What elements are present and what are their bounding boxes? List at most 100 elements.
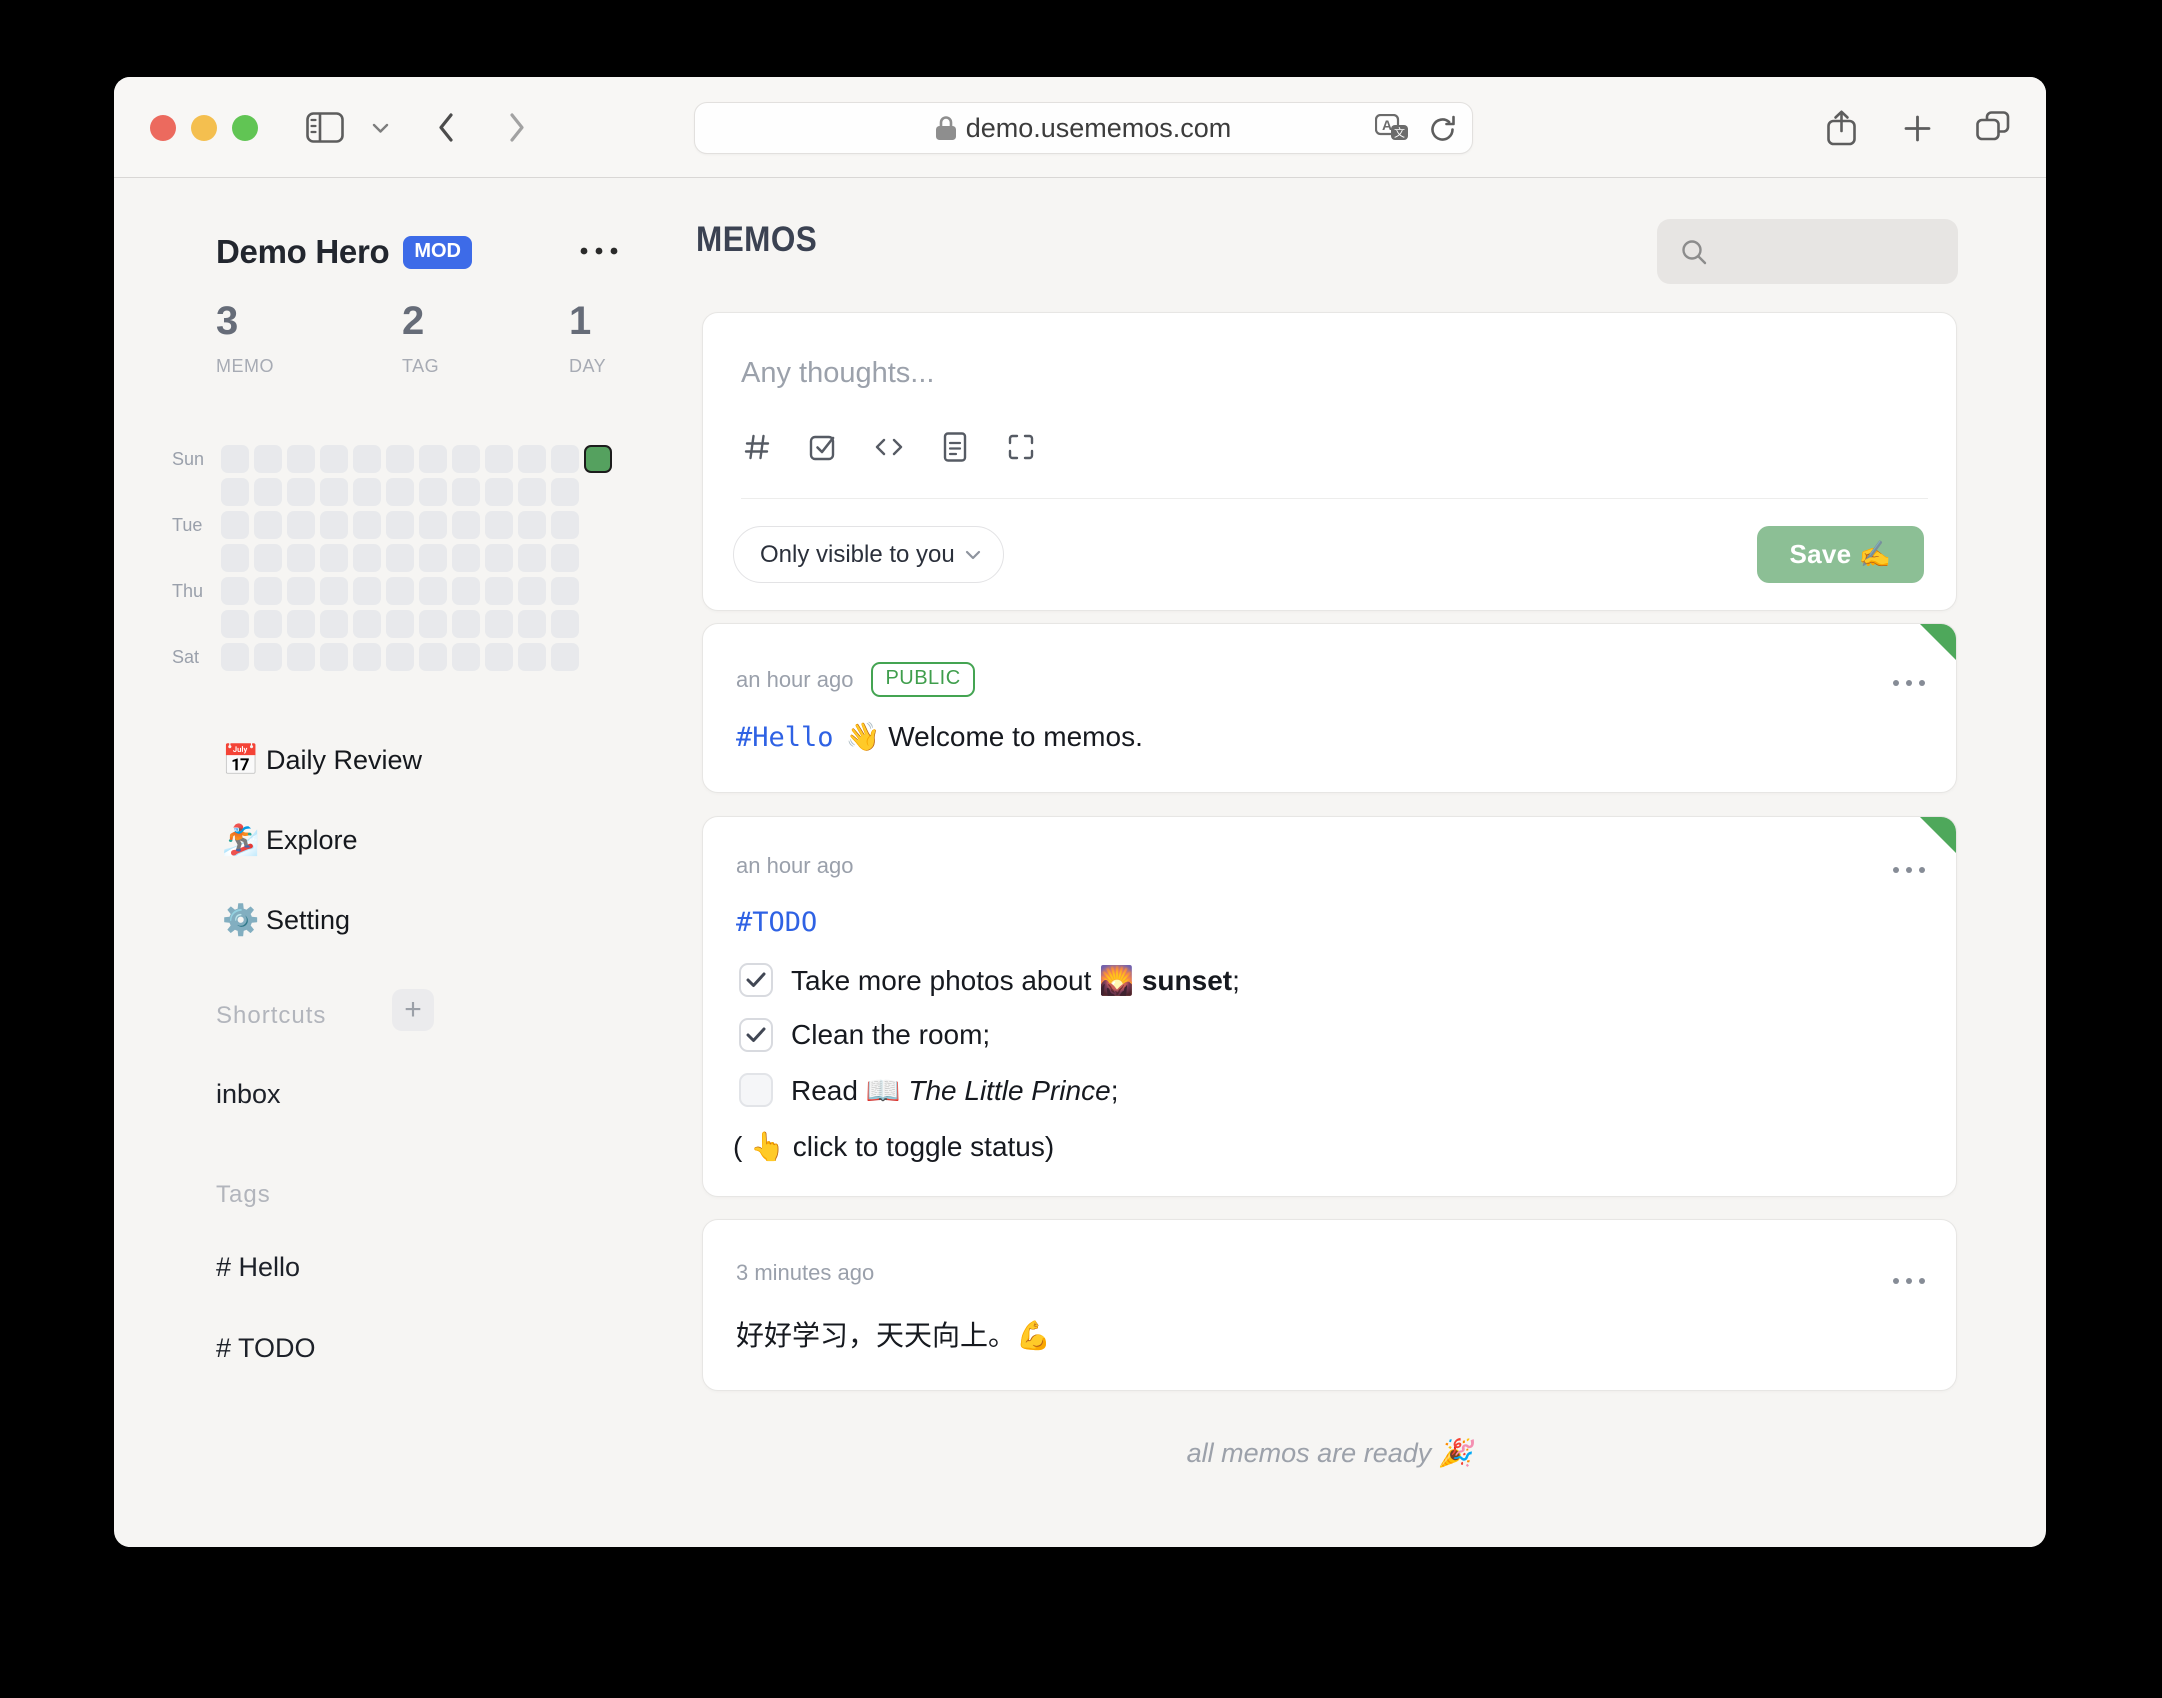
translate-icon[interactable]: A文 [1375,114,1409,144]
forward-button[interactable] [508,112,527,143]
heatmap-cell[interactable] [551,445,579,473]
checkbox-icon[interactable] [807,431,839,463]
memo-menu-dots-icon[interactable] [1892,1272,1926,1290]
heatmap-cell[interactable] [320,445,348,473]
code-icon[interactable] [873,431,905,463]
heatmap-cell[interactable] [485,643,513,671]
heatmap-cell[interactable] [452,643,480,671]
sidebar-toggle-icon[interactable] [306,112,344,143]
heatmap-cell[interactable] [287,511,315,539]
document-icon[interactable] [939,431,971,463]
heatmap-cell[interactable] [221,445,249,473]
close-window-button[interactable] [150,115,176,141]
heatmap-cell[interactable] [386,544,414,572]
heatmap-cell[interactable] [419,445,447,473]
heatmap-cell[interactable] [287,445,315,473]
heatmap-cell[interactable] [419,577,447,605]
heatmap-cell[interactable] [320,643,348,671]
heatmap-cell[interactable] [386,511,414,539]
heatmap-cell[interactable] [518,610,546,638]
heatmap-cell[interactable] [320,610,348,638]
heatmap-cell[interactable] [518,511,546,539]
save-button[interactable]: Save ✍️ [1757,526,1924,583]
minimize-window-button[interactable] [191,115,217,141]
heatmap-cell[interactable] [551,511,579,539]
heatmap-cell[interactable] [221,577,249,605]
heatmap-cell[interactable] [551,610,579,638]
heatmap-cell[interactable] [320,577,348,605]
heatmap-cell[interactable] [551,478,579,506]
heatmap-cell[interactable] [518,478,546,506]
heatmap-cell[interactable] [386,643,414,671]
sidebar-item-daily-review[interactable]: 📅 Daily Review [210,729,620,791]
visibility-select[interactable]: Only visible to you [733,526,1004,583]
heatmap-cell[interactable] [485,511,513,539]
heatmap-cell[interactable] [353,610,381,638]
heatmap-cell[interactable] [452,544,480,572]
heatmap-cell[interactable] [221,544,249,572]
heatmap-cell[interactable] [485,610,513,638]
heatmap-cell[interactable] [386,610,414,638]
task-checkbox[interactable] [739,1018,773,1052]
heatmap-cell[interactable] [254,544,282,572]
heatmap-cell[interactable] [452,511,480,539]
heatmap-cell[interactable] [287,643,315,671]
heatmap-cell[interactable] [485,544,513,572]
heatmap-cell[interactable] [254,511,282,539]
heatmap-cell[interactable] [254,643,282,671]
heatmap-cell[interactable] [221,610,249,638]
heatmap-cell[interactable] [485,577,513,605]
sidebar-chevron-down-icon[interactable] [372,123,389,134]
add-shortcut-button[interactable]: + [392,989,434,1031]
heatmap-cell[interactable] [419,643,447,671]
heatmap-cell[interactable] [518,445,546,473]
heatmap-cell[interactable] [551,577,579,605]
memo-menu-dots-icon[interactable] [1892,861,1926,879]
heatmap-cell[interactable] [287,610,315,638]
tag-icon[interactable] [741,431,773,463]
heatmap-cell-today[interactable] [584,445,612,473]
heatmap-cell[interactable] [353,445,381,473]
heatmap-cell[interactable] [386,577,414,605]
heatmap-cell[interactable] [320,544,348,572]
memo-editor-input[interactable]: Any thoughts... [741,357,934,390]
address-bar[interactable]: demo.usememos.com A文 [694,102,1473,154]
sidebar-item-explore[interactable]: 🏂 Explore [210,809,620,871]
tag-item-hello[interactable]: # Hello [216,1252,300,1283]
tab-overview-icon[interactable] [1976,111,2010,143]
heatmap-cell[interactable] [353,544,381,572]
heatmap-cell[interactable] [518,643,546,671]
heatmap-cell[interactable] [518,544,546,572]
user-menu-dots-icon[interactable] [578,243,620,261]
heatmap-cell[interactable] [254,577,282,605]
heatmap-cell[interactable] [419,544,447,572]
heatmap-cell[interactable] [287,544,315,572]
heatmap-cell[interactable] [419,478,447,506]
heatmap-cell[interactable] [353,643,381,671]
heatmap-cell[interactable] [452,478,480,506]
heatmap-cell[interactable] [254,610,282,638]
new-tab-icon[interactable] [1903,114,1932,143]
heatmap-cell[interactable] [221,511,249,539]
shortcut-item-inbox[interactable]: inbox [216,1079,281,1110]
task-checkbox[interactable] [739,963,773,997]
heatmap-cell[interactable] [452,577,480,605]
heatmap-cell[interactable] [485,445,513,473]
heatmap-cell[interactable] [320,511,348,539]
back-button[interactable] [436,112,455,143]
heatmap-cell[interactable] [254,445,282,473]
heatmap-cell[interactable] [452,610,480,638]
memo-tag[interactable]: #TODO [736,907,817,938]
heatmap-cell[interactable] [551,643,579,671]
tag-item-todo[interactable]: # TODO [216,1333,316,1364]
heatmap-cell[interactable] [221,478,249,506]
zoom-window-button[interactable] [232,115,258,141]
share-icon[interactable] [1827,110,1856,146]
heatmap-cell[interactable] [452,445,480,473]
heatmap-cell[interactable] [485,478,513,506]
heatmap-cell[interactable] [353,577,381,605]
heatmap-cell[interactable] [254,478,282,506]
heatmap-cell[interactable] [518,577,546,605]
heatmap-cell[interactable] [386,445,414,473]
heatmap-cell[interactable] [551,544,579,572]
